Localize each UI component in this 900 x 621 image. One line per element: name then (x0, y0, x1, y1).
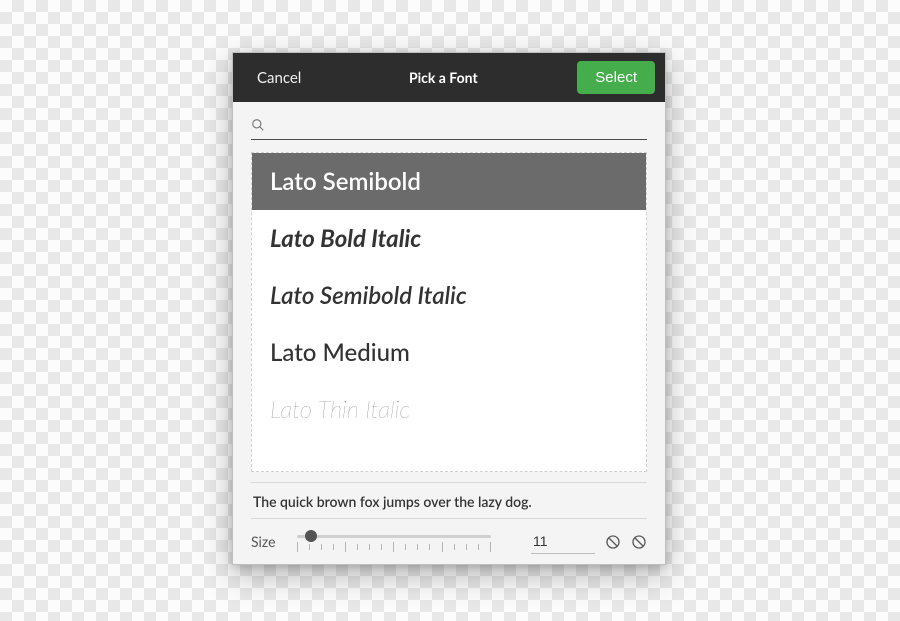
font-item-lato-thin-italic[interactable]: Lato Thin Italic (252, 381, 646, 438)
slider-thumb[interactable] (305, 530, 317, 542)
transparency-canvas: Cancel Pick a Font Select Lato Semibold … (0, 0, 900, 621)
size-action-icons (605, 534, 647, 550)
search-row (233, 102, 665, 146)
size-label: Size (251, 533, 297, 550)
decrement-disabled-icon[interactable] (605, 534, 621, 550)
cancel-button[interactable]: Cancel (243, 63, 315, 93)
dialog-title: Pick a Font (309, 69, 577, 86)
font-item-lato-semibold[interactable]: Lato Semibold (252, 153, 646, 210)
font-picker-dialog: Cancel Pick a Font Select Lato Semibold … (232, 52, 666, 565)
size-row: Size (251, 518, 647, 564)
slider-track (297, 535, 491, 538)
size-slider[interactable] (297, 530, 491, 554)
search-input[interactable] (273, 114, 647, 135)
search-field-wrap (251, 114, 647, 140)
select-button[interactable]: Select (577, 61, 655, 94)
font-item-lato-bold-italic[interactable]: Lato Bold Italic (252, 210, 646, 267)
increment-disabled-icon[interactable] (631, 534, 647, 550)
font-list[interactable]: Lato Semibold Lato Bold Italic Lato Semi… (251, 152, 647, 472)
preview-text: The quick brown fox jumps over the lazy … (251, 482, 647, 518)
slider-ticks (297, 542, 491, 552)
search-icon (251, 118, 265, 132)
font-item-lato-medium[interactable]: Lato Medium (252, 324, 646, 381)
dialog-titlebar: Cancel Pick a Font Select (233, 53, 665, 102)
size-input[interactable] (531, 529, 595, 554)
font-item-lato-semibold-italic[interactable]: Lato Semibold Italic (252, 267, 646, 324)
